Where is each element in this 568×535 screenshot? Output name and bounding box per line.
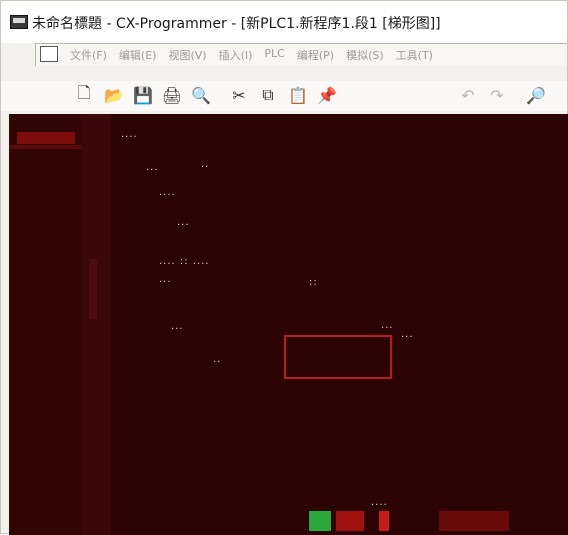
- paste-special-icon[interactable]: 📌: [316, 85, 338, 105]
- pane-splitter[interactable]: [81, 114, 111, 535]
- project-header: [17, 132, 75, 144]
- preview-icon[interactable]: 🔍: [190, 85, 212, 105]
- menu-plc[interactable]: PLC: [264, 47, 284, 63]
- menu-program[interactable]: 编程(P): [297, 47, 334, 63]
- rung-text: ::: [309, 277, 318, 288]
- status-icon: [439, 511, 509, 531]
- menu-edit[interactable]: 编辑(E): [119, 47, 157, 63]
- menu-items: 文件(F) 编辑(E) 视图(V) 插入(I) PLC 编程(P) 模拟(S) …: [70, 47, 433, 63]
- print-icon[interactable]: 🖨: [161, 85, 183, 105]
- window-title: 未命名標題 - CX-Programmer - [新PLC1.新程序1.段1 […: [32, 16, 441, 32]
- new-icon[interactable]: 🗋: [73, 83, 95, 105]
- copy-icon[interactable]: ⧉: [257, 85, 279, 105]
- status-icon: [309, 511, 331, 531]
- status-icon: [379, 511, 389, 531]
- find-icon[interactable]: 🔎: [525, 85, 547, 105]
- project-header-divider: [9, 145, 81, 149]
- menu-simulation[interactable]: 模拟(S): [346, 47, 384, 63]
- toolbar: 🗋 📂 💾 🖨 🔍 ✂ ⧉ 📋 📌 ↶ ↷ 🔎: [1, 81, 567, 111]
- ladder-diagram[interactable]: .... ... .. .... ... .... :: .... ... ::…: [111, 114, 568, 535]
- title-bar: 未命名標題 - CX-Programmer - [新PLC1.新程序1.段1 […: [1, 1, 567, 43]
- menu-view[interactable]: 视图(V): [168, 47, 206, 63]
- menu-bar: 文件(F) 编辑(E) 视图(V) 插入(I) PLC 编程(P) 模拟(S) …: [35, 43, 567, 66]
- undo-icon[interactable]: ↶: [457, 85, 479, 105]
- status-bar: [9, 509, 568, 535]
- app-window: 未命名標題 - CX-Programmer - [新PLC1.新程序1.段1 […: [0, 0, 568, 535]
- rung-text: ....: [121, 129, 138, 140]
- menu-tools[interactable]: 工具(T): [396, 47, 433, 63]
- rung-text: ...: [159, 274, 172, 285]
- save-icon[interactable]: 💾: [132, 85, 154, 105]
- status-icon: [336, 511, 364, 531]
- rung-text: ...: [401, 329, 414, 340]
- rung-text: ...: [177, 217, 190, 228]
- paste-icon[interactable]: 📋: [287, 85, 309, 105]
- open-icon[interactable]: 📂: [103, 85, 125, 105]
- rung-text: ...: [171, 321, 184, 332]
- ladder-app-icon: [10, 15, 28, 29]
- scroll-marker: [89, 259, 97, 319]
- ladder-cursor[interactable]: [284, 335, 392, 379]
- system-menu-icon[interactable]: [40, 46, 58, 62]
- rung-text: .... :: ....: [159, 256, 210, 267]
- rung-text: ...: [381, 320, 394, 331]
- rung-text: ..: [201, 159, 210, 170]
- rung-text: ..: [213, 354, 222, 365]
- project-pane[interactable]: [9, 114, 82, 535]
- menu-file[interactable]: 文件(F): [70, 47, 107, 63]
- redo-icon[interactable]: ↷: [486, 85, 508, 105]
- rung-text: ....: [371, 497, 388, 508]
- cut-icon[interactable]: ✂: [228, 85, 250, 105]
- workspace: .... ... .. .... ... .... :: .... ... ::…: [9, 114, 568, 535]
- menu-insert[interactable]: 插入(I): [219, 47, 253, 63]
- rung-text: ...: [146, 162, 159, 173]
- rung-text: ....: [159, 187, 176, 198]
